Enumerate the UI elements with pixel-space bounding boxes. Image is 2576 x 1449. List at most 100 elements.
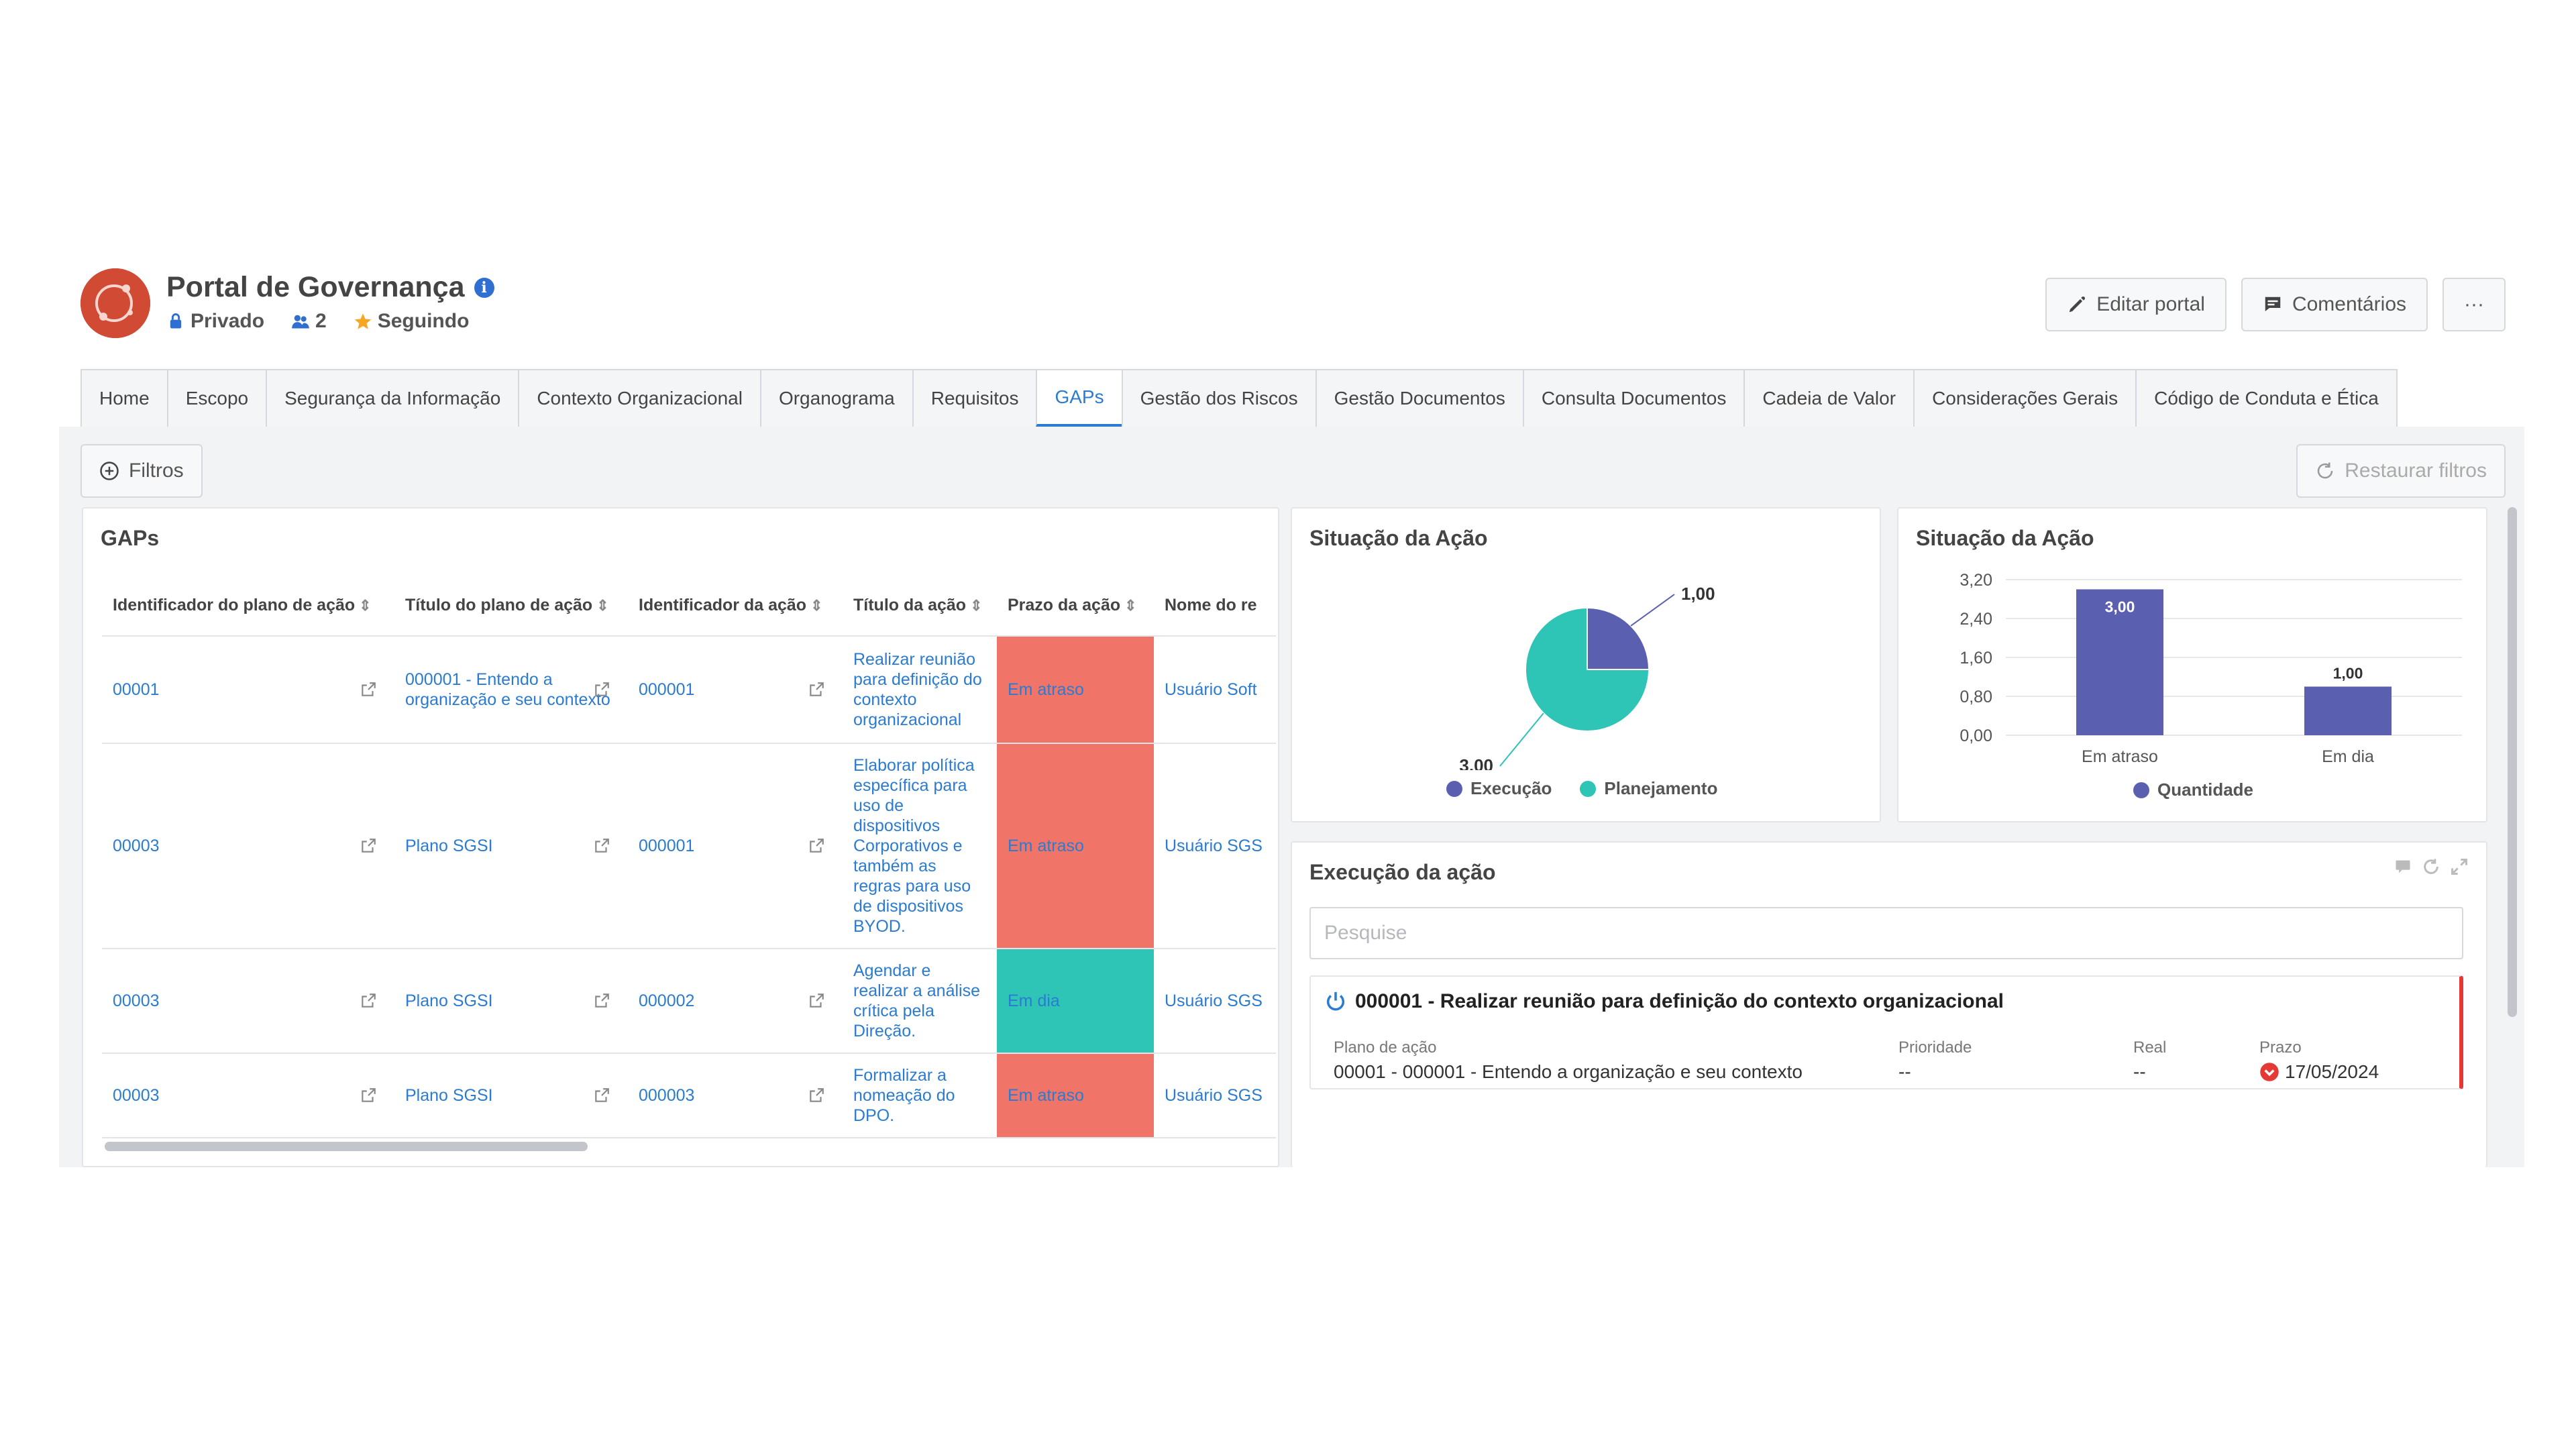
column-header[interactable]: Título do plano de ação ⇕ [394, 576, 628, 637]
column-header[interactable]: Prazo da ação ⇕ [997, 576, 1154, 637]
external-link-icon[interactable] [593, 681, 610, 698]
action-id-cell-text: 000003 [639, 1086, 695, 1105]
owner-cell[interactable]: Usuário Soft [1154, 636, 1276, 744]
plan-id-cell[interactable]: 00003 [102, 743, 394, 949]
deadline-field: Prazo 17/05/2024 [2259, 1038, 2379, 1083]
sort-icon[interactable]: ⇕ [596, 597, 608, 614]
info-icon[interactable]: i [474, 277, 494, 298]
action-id-cell-text: 000001 [639, 680, 695, 699]
owner-cell[interactable]: Usuário SGS [1154, 949, 1276, 1054]
bar [2304, 686, 2392, 735]
table-row[interactable]: 00003 Plano SGSI 000003 Formalizar a nomeaç… [102, 1053, 1276, 1138]
table-row[interactable]: 00001 000001 - Entendo a organização e se… [102, 636, 1276, 744]
external-link-icon[interactable] [808, 992, 825, 1010]
external-link-icon[interactable] [808, 1087, 825, 1104]
tab-consideracoes-gerais[interactable]: Considerações Gerais [1913, 369, 2136, 427]
action-item[interactable]: 000001 - Realizar reunião para definição… [1309, 975, 2463, 1089]
tab-requisitos[interactable]: Requisitos [912, 369, 1036, 427]
external-link-icon[interactable] [808, 681, 825, 698]
action-title-cell[interactable]: Formalizar a nomeação do DPO. [843, 1053, 997, 1138]
external-link-icon[interactable] [808, 837, 825, 855]
plan-id-cell[interactable]: 00003 [102, 1053, 394, 1138]
sort-icon[interactable]: ⇕ [810, 597, 822, 614]
portal-meta: Privado 2 Seguindo [166, 310, 469, 333]
gaps-table-wrap[interactable]: Identificador do plano de ação ⇕ Título do… [102, 576, 1276, 1166]
tab-gaps[interactable]: GAPs [1036, 369, 1122, 427]
tab-cadeia-de-valor[interactable]: Cadeia de Valor [1743, 369, 1914, 427]
sort-icon[interactable]: ⇕ [970, 597, 982, 614]
plan-field: Plano de ação 00001 - 000001 - Entendo a… [1334, 1038, 1803, 1083]
pie-chart-card: Situação da Ação 1,00 3,00 Execução Plane… [1291, 507, 1881, 822]
external-link-icon[interactable] [593, 992, 610, 1010]
owner-cell[interactable]: Usuário SGS [1154, 743, 1276, 949]
edit-portal-button[interactable]: Editar portal [2045, 278, 2226, 331]
tab-contexto-organizacional[interactable]: Contexto Organizacional [518, 369, 760, 427]
members-count[interactable]: 2 [291, 310, 327, 333]
tab-seguranca-da-informacao[interactable]: Segurança da Informação [266, 369, 519, 427]
owner-cell-text: Usuário SGS [1165, 991, 1263, 1010]
action-id-cell[interactable]: 000001 [628, 743, 843, 949]
external-link-icon[interactable] [360, 837, 377, 855]
external-link-icon[interactable] [360, 992, 377, 1010]
bar-chart-card: Situação da Ação 3,20 2,40 1,60 0,80 0,00 3,0… [1897, 507, 2487, 822]
external-link-icon[interactable] [360, 1087, 377, 1104]
action-id-cell[interactable]: 000003 [628, 1053, 843, 1138]
action-title-cell[interactable]: Realizar reunião para definição do conte… [843, 636, 997, 744]
plan-title-cell[interactable]: 000001 - Entendo a organização e seu con… [394, 636, 628, 744]
external-link-icon[interactable] [593, 837, 610, 855]
plan-title-cell-text: Plano SGSI [405, 991, 493, 1010]
bar-legend-item[interactable]: Quantidade [2133, 780, 2253, 800]
follow-text: Seguindo [377, 310, 470, 332]
tab-organograma[interactable]: Organograma [759, 369, 912, 427]
column-header[interactable]: Identificador do plano de ação ⇕ [102, 576, 394, 637]
refresh-icon[interactable] [2422, 857, 2440, 876]
column-header[interactable]: Identificador da ação ⇕ [628, 576, 843, 637]
plan-id-cell[interactable]: 00001 [102, 636, 394, 744]
tab-home[interactable]: Home [80, 369, 167, 427]
priority-value: -- [1898, 1061, 1911, 1082]
plan-title-cell-text: Plano SGSI [405, 1086, 493, 1105]
pencil-icon [2069, 296, 2086, 313]
column-header[interactable]: Nome do re [1154, 576, 1276, 637]
tab-gestao-dos-riscos[interactable]: Gestão dos Riscos [1121, 369, 1316, 427]
external-link-icon[interactable] [593, 1087, 610, 1104]
y-tick-label: 3,20 [1960, 571, 1992, 590]
column-header[interactable]: Título da ação ⇕ [843, 576, 997, 637]
tab-gestao-documentos[interactable]: Gestão Documentos [1315, 369, 1523, 427]
search-input[interactable] [1309, 907, 2463, 959]
pie-legend-item[interactable]: Planejamento [1580, 778, 1717, 799]
plan-title-cell[interactable]: Plano SGSI [394, 743, 628, 949]
action-item-title: 000001 - Realizar reunião para definição… [1324, 990, 2004, 1013]
tab-codigo-de-conduta-e-etica[interactable]: Código de Conduta e Ética [2135, 369, 2398, 427]
follow-toggle[interactable]: Seguindo [354, 310, 470, 333]
tab-escopo[interactable]: Escopo [166, 369, 266, 427]
priority-label: Prioridade [1898, 1038, 1972, 1057]
plan-title-cell[interactable]: Plano SGSI [394, 949, 628, 1054]
execution-title: Execução da ação [1309, 860, 1496, 884]
comments-button[interactable]: Comentários [2241, 278, 2428, 331]
action-id-cell[interactable]: 000002 [628, 949, 843, 1054]
tab-consulta-documentos[interactable]: Consulta Documentos [1522, 369, 1744, 427]
table-row[interactable]: 00003 Plano SGSI 000002 Agendar e realizar … [102, 949, 1276, 1054]
expand-icon[interactable] [2450, 857, 2469, 876]
sort-icon[interactable]: ⇕ [359, 597, 371, 614]
pie-legend-item[interactable]: Execução [1446, 778, 1552, 799]
horizontal-scrollbar[interactable] [105, 1142, 588, 1151]
more-options-button[interactable]: ··· [2443, 278, 2506, 331]
restore-filters-button[interactable]: Restaurar filtros [2296, 444, 2506, 498]
action-title-cell[interactable]: Agendar e realizar a análise crítica pel… [843, 949, 997, 1054]
pie-legend-label: Execução [1470, 778, 1552, 798]
vertical-scrollbar[interactable] [2508, 507, 2517, 1017]
filters-button[interactable]: Filtros [80, 444, 203, 498]
plan-id-cell[interactable]: 00003 [102, 949, 394, 1054]
external-link-icon[interactable] [360, 681, 377, 698]
table-row[interactable]: 00003 Plano SGSI 000001 Elaborar política e… [102, 743, 1276, 949]
action-id-cell[interactable]: 000001 [628, 636, 843, 744]
plan-title-cell[interactable]: Plano SGSI [394, 1053, 628, 1138]
owner-cell[interactable]: Usuário SGS [1154, 1053, 1276, 1138]
action-title-cell[interactable]: Elaborar política específica para uso de… [843, 743, 997, 949]
sort-icon[interactable]: ⇕ [1124, 597, 1136, 614]
column-header-label: Título da ação [853, 596, 967, 614]
table-body: 00001 000001 - Entendo a organização e se… [102, 636, 1276, 1138]
comment-icon[interactable] [2394, 857, 2412, 876]
